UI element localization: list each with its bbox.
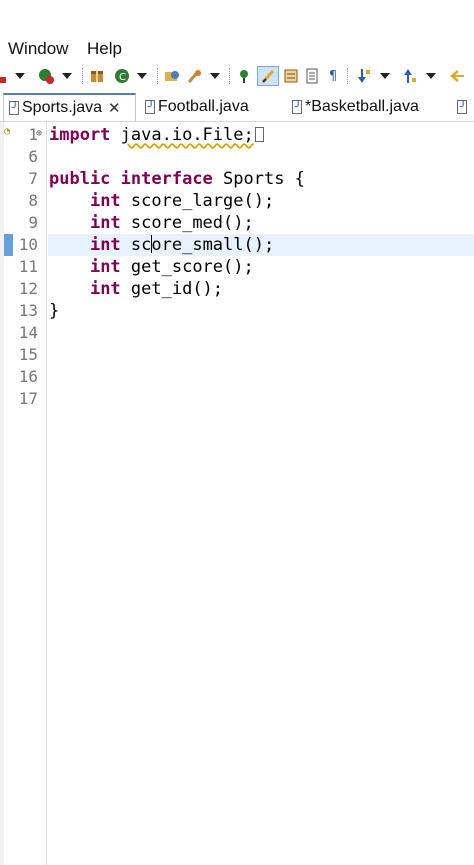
dropdown-arrow-icon[interactable]: [135, 67, 149, 85]
tab-label: *Basketball.java: [305, 98, 419, 115]
java-file-icon: [292, 99, 302, 114]
dropdown-arrow-icon[interactable]: [60, 67, 74, 85]
dropdown-arrow-icon[interactable]: [378, 67, 392, 85]
dropdown-arrow-icon[interactable]: [208, 67, 222, 85]
show-whitespace-icon[interactable]: ¶: [326, 67, 340, 85]
line-number: 1: [28, 125, 38, 144]
previous-annotation-icon[interactable]: [400, 67, 418, 85]
line-number: 8: [28, 191, 38, 210]
word-wrap-icon[interactable]: [305, 67, 319, 85]
tab-basketball-java[interactable]: *Basketball.java: [290, 93, 419, 121]
code-text: public interface Sports {: [49, 169, 305, 189]
code-text: import java.io.File;: [48, 124, 474, 146]
code-line: 12 int get_id();: [0, 278, 474, 300]
text-caret: [151, 235, 153, 253]
warning-marker-icon: ◔: [4, 126, 11, 137]
toolbar-separator: [82, 68, 84, 84]
code-line: 7 public interface Sports {: [0, 168, 474, 190]
menu-window[interactable]: Window: [8, 39, 68, 59]
line-number: 17: [18, 389, 38, 408]
line-number: 12: [18, 279, 38, 298]
next-annotation-icon[interactable]: [354, 67, 372, 85]
close-icon[interactable]: ✕: [108, 99, 121, 117]
code-line: 8 int score_large();: [0, 190, 474, 212]
expand-fold-icon[interactable]: ⊕: [36, 129, 42, 139]
window-top-area: [0, 0, 474, 36]
svg-text:C: C: [119, 72, 126, 83]
back-icon[interactable]: [446, 67, 466, 85]
toolbar-separator: [347, 68, 349, 84]
code-line: 9 int score_med();: [0, 212, 474, 234]
new-class-icon[interactable]: C: [114, 67, 130, 85]
tab-overflow[interactable]: [455, 93, 470, 121]
toolbar: C ¶: [0, 61, 474, 91]
code-line: 13 }: [0, 300, 474, 322]
tab-label: Sports.java: [22, 99, 103, 116]
code-text: int score_large();: [89, 191, 275, 211]
dropdown-arrow-icon[interactable]: [13, 67, 27, 85]
line-number: 14: [18, 323, 38, 342]
line-number: 7: [28, 169, 38, 188]
code-text: int score_med();: [89, 213, 254, 233]
block-selection-icon[interactable]: [283, 67, 299, 85]
code-text: int get_id();: [89, 279, 224, 299]
code-line: ◔ 1 ⊕ import java.io.File;: [0, 124, 474, 146]
line-number: 13: [18, 301, 38, 320]
code-text: int get_score();: [89, 257, 254, 277]
java-file-icon: [457, 99, 467, 114]
tab-sports-java[interactable]: Sports.java ✕: [3, 93, 136, 121]
tab-label: Football.java: [158, 98, 249, 115]
line-number: 6: [28, 147, 38, 166]
current-code-line: 10 int score_small();: [0, 234, 474, 256]
code-line: 15: [0, 344, 474, 366]
line-number: 9: [28, 213, 38, 232]
line-number: 15: [18, 345, 38, 364]
debug-icon[interactable]: [37, 67, 55, 85]
editor-tab-bar: Sports.java ✕ Football.java *Basketball.…: [0, 93, 474, 122]
tab-football-java[interactable]: Football.java: [143, 93, 249, 121]
line-number: 11: [18, 257, 38, 276]
dropdown-arrow-icon[interactable]: [424, 67, 438, 85]
code-line: 14: [0, 322, 474, 344]
code-text: }: [49, 301, 60, 321]
code-line: 17: [0, 388, 474, 410]
toggle-breadcrumb-icon[interactable]: [235, 67, 253, 85]
menu-help[interactable]: Help: [87, 39, 122, 59]
toolbar-separator: [229, 68, 231, 84]
package-icon[interactable]: [89, 67, 105, 85]
code-line: 6: [0, 146, 474, 168]
code-line: 11 int get_score();: [0, 256, 474, 278]
menu-bar: Window Help: [0, 36, 474, 61]
current-line-marker: [4, 234, 13, 256]
run-icon[interactable]: [0, 67, 8, 85]
search-icon[interactable]: [186, 67, 204, 85]
mark-occurrences-icon[interactable]: [257, 66, 279, 86]
java-file-icon: [9, 100, 19, 115]
line-number: 16: [18, 367, 38, 386]
code-text: int score_small();: [48, 234, 474, 256]
open-type-icon[interactable]: [163, 67, 181, 85]
toolbar-separator: [157, 68, 159, 84]
code-editor[interactable]: ◔ 1 ⊕ import java.io.File; 6 7 public in…: [0, 122, 474, 865]
java-file-icon: [145, 99, 155, 114]
code-line: 16: [0, 366, 474, 388]
box-glyph: [254, 127, 264, 142]
line-number: 10: [18, 235, 38, 254]
